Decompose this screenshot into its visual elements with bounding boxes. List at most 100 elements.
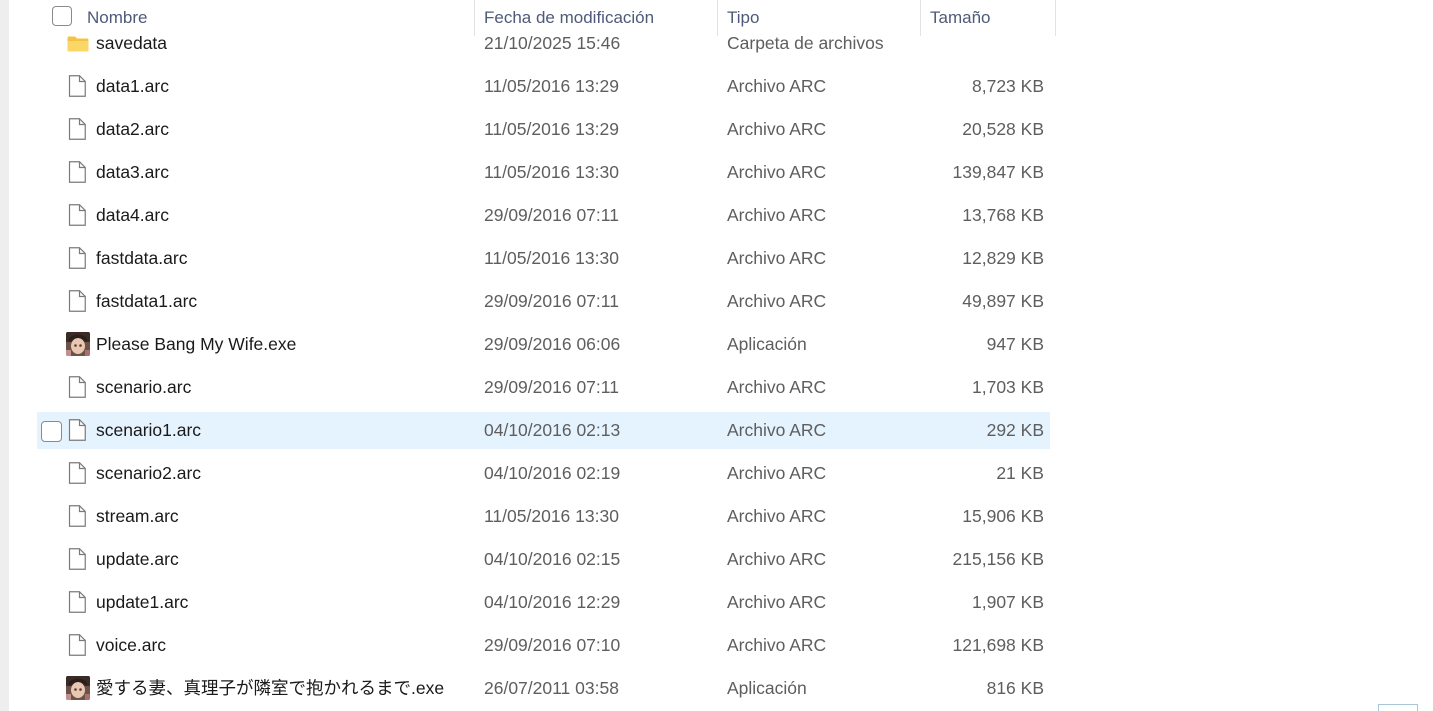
file-type: Archivo ARC bbox=[727, 118, 827, 139]
file-size: 292 KB bbox=[986, 419, 1044, 440]
file-type: Archivo ARC bbox=[727, 204, 827, 225]
file-type: Archivo ARC bbox=[727, 75, 827, 96]
file-name: data4.arc bbox=[96, 204, 169, 225]
file-size: 21 KB bbox=[996, 462, 1044, 483]
app-icon bbox=[66, 331, 90, 356]
file-date-modified: 04/10/2016 02:19 bbox=[484, 462, 621, 483]
file-type: Archivo ARC bbox=[727, 419, 827, 440]
file-date-modified: 29/09/2016 07:11 bbox=[484, 204, 619, 225]
row-checkbox[interactable] bbox=[41, 420, 62, 442]
file-icon bbox=[68, 74, 86, 97]
file-date-modified: 11/05/2016 13:30 bbox=[484, 247, 619, 268]
table-row[interactable]: scenario1.arc 04/10/2016 02:13 Archivo ARC… bbox=[37, 411, 1050, 449]
file-icon bbox=[68, 289, 86, 312]
file-name: update.arc bbox=[96, 548, 179, 569]
table-row[interactable]: update1.arc 04/10/2016 12:29 Archivo ARC 1,… bbox=[37, 584, 1050, 621]
file-date-modified: 11/05/2016 13:29 bbox=[484, 118, 619, 139]
file-icon bbox=[68, 160, 86, 183]
table-row[interactable]: Please Bang My Wife.exe 29/09/2016 06:06 A… bbox=[37, 326, 1050, 363]
file-date-modified: 04/10/2016 12:29 bbox=[484, 591, 621, 612]
table-row[interactable]: scenario2.arc 04/10/2016 02:19 Archivo ARC… bbox=[37, 455, 1050, 492]
file-size: 121,698 KB bbox=[952, 634, 1044, 655]
file-size: 12,829 KB bbox=[962, 247, 1044, 268]
file-type: Archivo ARC bbox=[727, 462, 827, 483]
file-name: scenario.arc bbox=[96, 376, 192, 397]
file-type: Archivo ARC bbox=[727, 634, 827, 655]
table-row[interactable]: fastdata1.arc 29/09/2016 07:11 Archivo ARC… bbox=[37, 283, 1050, 320]
column-header-type[interactable]: Tipo bbox=[727, 0, 919, 36]
file-type: Archivo ARC bbox=[727, 161, 827, 182]
folder-icon bbox=[67, 36, 89, 51]
table-row[interactable]: fastdata.arc 11/05/2016 13:30 Archivo ARC 1… bbox=[37, 240, 1050, 277]
file-size: 20,528 KB bbox=[962, 118, 1044, 139]
file-date-modified: 29/09/2016 06:06 bbox=[484, 333, 621, 354]
file-type: Aplicación bbox=[727, 333, 807, 354]
file-name: scenario2.arc bbox=[96, 462, 202, 483]
file-date-modified: 04/10/2016 02:13 bbox=[484, 419, 621, 440]
file-size: 49,897 KB bbox=[962, 290, 1044, 311]
column-header-date[interactable]: Fecha de modificación bbox=[484, 0, 716, 36]
app-icon bbox=[66, 675, 90, 700]
file-size: 947 KB bbox=[986, 333, 1044, 354]
table-row[interactable]: 愛する妻、真理子が隣室で抱かれるまで.exe 26/07/2011 03:58 Ap… bbox=[37, 670, 1050, 707]
table-row[interactable]: data1.arc 11/05/2016 13:29 Archivo ARC 8,72… bbox=[37, 68, 1050, 105]
file-type: Aplicación bbox=[727, 677, 807, 698]
file-type: Archivo ARC bbox=[727, 247, 827, 268]
file-name: scenario1.arc bbox=[96, 419, 202, 440]
file-name: voice.arc bbox=[96, 634, 167, 655]
file-size: 1,703 KB bbox=[972, 376, 1044, 397]
file-date-modified: 29/09/2016 07:10 bbox=[484, 634, 621, 655]
file-name: fastdata.arc bbox=[96, 247, 188, 268]
file-type: Archivo ARC bbox=[727, 548, 827, 569]
file-date-modified: 11/05/2016 13:30 bbox=[484, 161, 619, 182]
file-date-modified: 26/07/2011 03:58 bbox=[484, 677, 619, 698]
file-list: savedata 21/10/2025 15:46 Carpeta de archi… bbox=[0, 0, 1433, 711]
file-icon bbox=[68, 246, 86, 269]
file-icon bbox=[68, 547, 86, 570]
file-type: Archivo ARC bbox=[727, 290, 827, 311]
select-all-checkbox[interactable] bbox=[52, 6, 72, 26]
file-type: Archivo ARC bbox=[727, 591, 827, 612]
file-name: data3.arc bbox=[96, 161, 169, 182]
column-header-size[interactable]: Tamaño bbox=[930, 0, 1050, 36]
file-date-modified: 29/09/2016 07:11 bbox=[484, 290, 619, 311]
file-name: fastdata1.arc bbox=[96, 290, 198, 311]
file-size: 15,906 KB bbox=[962, 505, 1044, 526]
file-name: stream.arc bbox=[96, 505, 179, 526]
file-icon bbox=[68, 590, 86, 613]
file-icon bbox=[68, 633, 86, 656]
table-row[interactable]: scenario.arc 29/09/2016 07:11 Archivo ARC 1… bbox=[37, 369, 1050, 406]
file-date-modified: 11/05/2016 13:29 bbox=[484, 75, 619, 96]
column-divider[interactable] bbox=[920, 0, 921, 36]
table-row[interactable]: stream.arc 11/05/2016 13:30 Archivo ARC 15,… bbox=[37, 498, 1050, 535]
file-date-modified: 29/09/2016 07:11 bbox=[484, 376, 619, 397]
file-name: data2.arc bbox=[96, 118, 169, 139]
file-type: Archivo ARC bbox=[727, 505, 827, 526]
file-date-modified: 04/10/2016 02:15 bbox=[484, 548, 621, 569]
table-row[interactable]: data2.arc 11/05/2016 13:29 Archivo ARC 20,5… bbox=[37, 111, 1050, 148]
column-divider[interactable] bbox=[474, 0, 475, 36]
view-toggle-button[interactable] bbox=[1378, 704, 1418, 711]
file-icon bbox=[68, 117, 86, 140]
file-icon bbox=[68, 418, 86, 441]
file-name: 愛する妻、真理子が隣室で抱かれるまで.exe bbox=[96, 677, 445, 698]
file-icon bbox=[68, 504, 86, 527]
table-row[interactable]: data4.arc 29/09/2016 07:11 Archivo ARC 13,7… bbox=[37, 197, 1050, 234]
file-size: 1,907 KB bbox=[972, 591, 1044, 612]
file-icon bbox=[68, 461, 86, 484]
table-row[interactable]: data3.arc 11/05/2016 13:30 Archivo ARC 139,… bbox=[37, 154, 1050, 191]
file-size: 215,156 KB bbox=[952, 548, 1044, 569]
file-date-modified: 11/05/2016 13:30 bbox=[484, 505, 619, 526]
file-name: update1.arc bbox=[96, 591, 189, 612]
column-header-name[interactable]: Nombre bbox=[87, 0, 473, 36]
file-icon bbox=[68, 203, 86, 226]
column-header: ⌃ Nombre Fecha de modificación Tipo Tama… bbox=[38, 0, 1056, 36]
column-divider[interactable] bbox=[717, 0, 718, 36]
file-size: 816 KB bbox=[986, 677, 1044, 698]
file-type: Archivo ARC bbox=[727, 376, 827, 397]
file-explorer-view: savedata 21/10/2025 15:46 Carpeta de archi… bbox=[0, 0, 1433, 711]
table-row[interactable]: voice.arc 29/09/2016 07:10 Archivo ARC 121,… bbox=[37, 627, 1050, 664]
file-size: 8,723 KB bbox=[972, 75, 1044, 96]
column-divider[interactable] bbox=[1055, 0, 1056, 36]
table-row[interactable]: update.arc 04/10/2016 02:15 Archivo ARC 215… bbox=[37, 541, 1050, 578]
